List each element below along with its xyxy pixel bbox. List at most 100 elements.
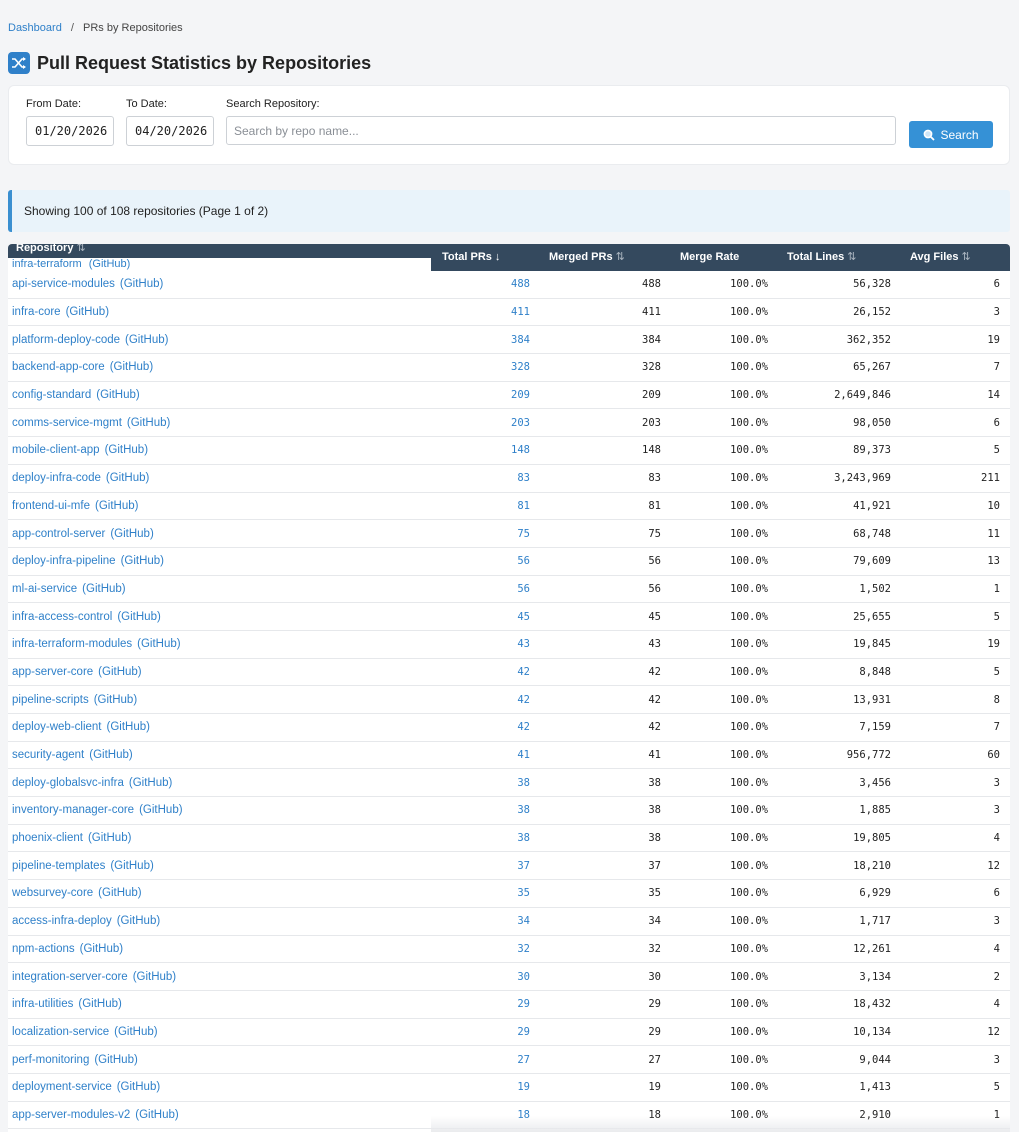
total-prs-link[interactable]: 203 (448, 409, 530, 436)
avg-files-cell: 12 (987, 859, 1000, 872)
total-prs-link[interactable]: 29 (448, 991, 530, 1018)
total-prs-link[interactable]: 30 (448, 963, 530, 990)
total-prs-link[interactable]: 81 (448, 493, 530, 520)
merged-prs-cell: 203 (642, 416, 661, 429)
total-prs-link[interactable]: 41 (448, 742, 530, 769)
repo-link[interactable]: inventory-manager-core (GitHub) (12, 797, 183, 824)
total-prs-link[interactable]: 34 (448, 908, 530, 935)
repo-link[interactable]: deployment-service (GitHub) (12, 1074, 160, 1101)
total-prs-link[interactable]: 56 (448, 548, 530, 575)
col-header-total-prs[interactable]: Total PRs ↓ (442, 244, 500, 271)
repo-provider: (GitHub) (119, 278, 164, 291)
total-prs-link[interactable]: 56 (448, 576, 530, 603)
total-prs-link[interactable]: 148 (448, 437, 530, 464)
breadcrumb-dashboard-link[interactable]: Dashboard (8, 22, 62, 34)
merge-rate-cell: 100.0% (730, 915, 768, 928)
merged-prs-cell: 411 (642, 306, 661, 319)
total-prs-link[interactable]: 18 (448, 1102, 530, 1129)
repo-link[interactable]: integration-server-core (GitHub) (12, 963, 176, 990)
search-label: Search Repository: (226, 98, 320, 110)
repo-provider: (GitHub) (93, 693, 138, 706)
total-prs-link[interactable]: 35 (448, 880, 530, 907)
merge-rate-cell: 100.0% (730, 749, 768, 762)
avg-files-cell: 3 (993, 804, 1000, 817)
table-row: npm-actions (GitHub) 32 32 100.0% 12,261 4 (8, 936, 1010, 964)
total-prs-link[interactable]: 37 (448, 852, 530, 879)
repo-link[interactable]: mobile-client-app (GitHub) (12, 437, 148, 464)
repo-link[interactable]: platform-deploy-code (GitHub) (12, 326, 168, 353)
repo-link[interactable]: access-infra-deploy (GitHub) (12, 908, 160, 935)
avg-files-cell: 1 (993, 1108, 1000, 1121)
merge-rate-cell: 100.0% (730, 444, 768, 457)
repo-link[interactable]: config-standard (GitHub) (12, 382, 140, 409)
merged-prs-cell: 38 (648, 832, 661, 845)
repo-link[interactable]: api-service-modules (GitHub) (12, 271, 163, 298)
total-prs-link[interactable]: 27 (448, 1046, 530, 1073)
total-prs-link[interactable]: 42 (448, 686, 530, 713)
repo-link[interactable]: comms-service-mgmt (GitHub) (12, 409, 170, 436)
repo-link[interactable]: localization-service (GitHub) (12, 1019, 158, 1046)
total-prs-link[interactable]: 43 (448, 631, 530, 658)
repo-link[interactable]: app-server-modules-v2 (GitHub) (12, 1102, 179, 1129)
total-prs-link[interactable]: 411 (448, 299, 530, 326)
repo-link[interactable]: app-control-server (GitHub) (12, 520, 154, 547)
search-button[interactable]: Search (909, 121, 993, 148)
repo-link[interactable]: deploy-infra-pipeline (GitHub) (12, 548, 164, 575)
repo-link[interactable]: ml-ai-service (GitHub) (12, 576, 126, 603)
merge-rate-cell: 100.0% (730, 389, 768, 402)
repo-link[interactable]: deploy-globalsvc-infra (GitHub) (12, 769, 172, 796)
total-prs-link[interactable]: 32 (448, 936, 530, 963)
from-date-group: From Date: 01/20/2026 (26, 98, 114, 146)
total-lines-cell: 956,772 (846, 749, 891, 762)
repo-link[interactable]: infra-access-control (GitHub) (12, 603, 161, 630)
total-prs-link[interactable]: 488 (448, 271, 530, 298)
total-prs-link[interactable]: 83 (448, 465, 530, 492)
repo-link[interactable]: deploy-infra-code (GitHub) (12, 465, 149, 492)
repo-link[interactable]: pipeline-templates (GitHub) (12, 852, 154, 879)
col-header-total-lines[interactable]: Total Lines ⇅ (787, 244, 856, 271)
to-date-input[interactable]: 04/20/2026 (126, 116, 214, 146)
merged-prs-cell: 37 (648, 859, 661, 872)
repo-link[interactable]: security-agent (GitHub) (12, 742, 133, 769)
col-header-merged-prs[interactable]: Merged PRs ⇅ (549, 244, 625, 271)
repo-link[interactable]: app-server-core (GitHub) (12, 659, 142, 686)
col-header-avg-files[interactable]: Avg Files ⇅ (910, 244, 971, 271)
merged-prs-cell: 43 (648, 638, 661, 651)
avg-files-cell: 2 (993, 970, 1000, 983)
repo-link[interactable]: pipeline-scripts (GitHub) (12, 686, 137, 713)
repo-link[interactable]: infra-core (GitHub) (12, 299, 109, 326)
total-prs-link[interactable]: 42 (448, 659, 530, 686)
total-prs-link[interactable]: 38 (448, 825, 530, 852)
repo-link[interactable]: infra-terraform (12, 258, 82, 270)
total-prs-link[interactable]: 45 (448, 603, 530, 630)
repo-link[interactable]: backend-app-core (GitHub) (12, 354, 153, 381)
repo-link[interactable]: frontend-ui-mfe (GitHub) (12, 493, 138, 520)
total-prs-link[interactable]: 38 (448, 769, 530, 796)
total-prs-link[interactable]: 384 (448, 326, 530, 353)
total-prs-link[interactable]: 209 (448, 382, 530, 409)
total-prs-link[interactable]: 328 (448, 354, 530, 381)
col-header-merge-rate[interactable]: Merge Rate (680, 244, 739, 271)
from-date-input[interactable]: 01/20/2026 (26, 116, 114, 146)
total-lines-cell: 19,845 (853, 638, 891, 651)
repo-link[interactable]: deploy-web-client (GitHub) (12, 714, 150, 741)
total-prs-link[interactable]: 75 (448, 520, 530, 547)
total-prs-link[interactable]: 38 (448, 797, 530, 824)
total-prs-link[interactable]: 19 (448, 1074, 530, 1101)
repo-link[interactable]: infra-terraform-modules (GitHub) (12, 631, 181, 658)
avg-files-cell: 60 (987, 749, 1000, 762)
table-row: deployment-service (GitHub) 19 19 100.0% 1,41… (8, 1074, 1010, 1102)
repo-link[interactable]: perf-monitoring (GitHub) (12, 1046, 138, 1073)
total-prs-link[interactable]: 29 (448, 1019, 530, 1046)
avg-files-cell: 3 (993, 1053, 1000, 1066)
total-prs-link[interactable]: 42 (448, 714, 530, 741)
total-lines-cell: 56,328 (853, 278, 891, 291)
table-row: deploy-globalsvc-infra (GitHub) 38 38 100.0%… (8, 769, 1010, 798)
repo-link[interactable]: npm-actions (GitHub) (12, 936, 123, 963)
repo-link[interactable]: phoenix-client (GitHub) (12, 825, 131, 852)
table-body: api-service-modules (GitHub) 488 488 100.0% 5… (8, 271, 1010, 1130)
search-input[interactable] (226, 116, 896, 145)
repo-link[interactable]: websurvey-core (GitHub) (12, 880, 142, 907)
breadcrumb-separator: / (70, 22, 74, 34)
repo-link[interactable]: infra-utilities (GitHub) (12, 991, 122, 1018)
